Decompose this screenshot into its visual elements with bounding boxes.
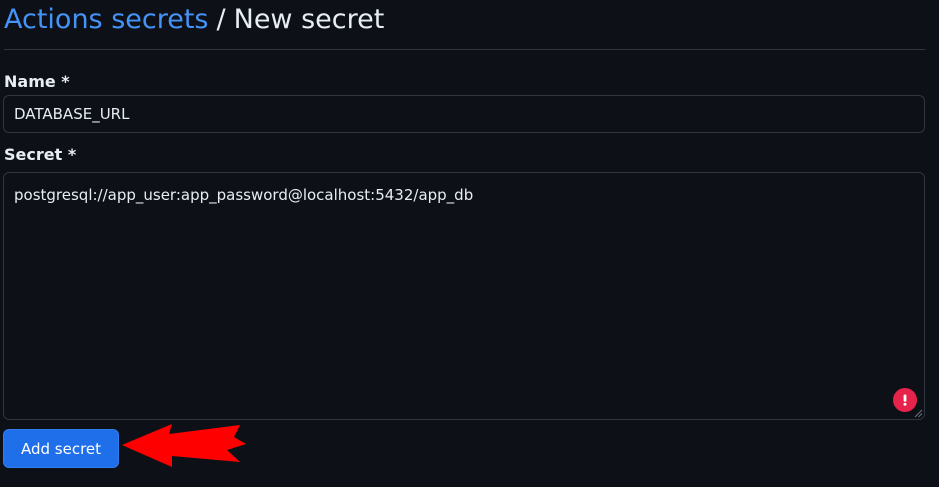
arrow-icon xyxy=(122,424,246,467)
add-secret-button[interactable]: Add secret xyxy=(3,429,119,468)
page: Actions secrets / New secret Name * Secr… xyxy=(0,0,939,487)
resize-handle-icon[interactable] xyxy=(914,409,923,418)
page-title: New secret xyxy=(233,4,385,35)
secret-label: Secret * xyxy=(4,145,77,164)
name-input[interactable] xyxy=(3,95,925,133)
name-label: Name * xyxy=(4,72,70,91)
secret-textarea[interactable]: postgresql://app_user:app_password@local… xyxy=(4,173,924,419)
header-divider xyxy=(4,49,925,50)
breadcrumb-link-actions-secrets[interactable]: Actions secrets xyxy=(4,0,209,40)
breadcrumb-separator: / xyxy=(216,4,226,35)
breadcrumb: Actions secrets / New secret xyxy=(4,0,384,40)
secret-field: postgresql://app_user:app_password@local… xyxy=(3,172,925,420)
